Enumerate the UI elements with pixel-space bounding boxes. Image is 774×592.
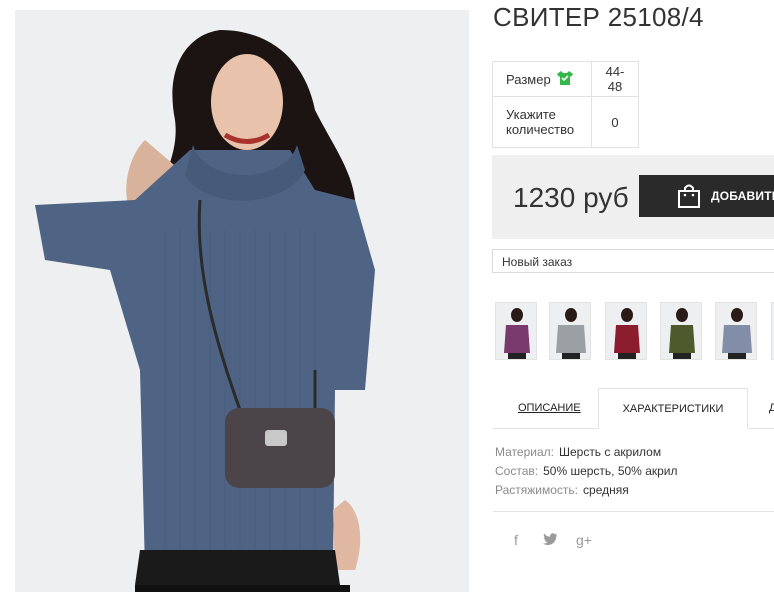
facebook-icon[interactable]: f (508, 532, 524, 548)
product-photo[interactable] (15, 10, 469, 592)
attribute-key: Состав: (495, 464, 539, 478)
thumbnail-gray[interactable] (549, 302, 591, 360)
thumbnail-blue[interactable] (715, 302, 757, 360)
attribute-key: Растяжимость: (495, 483, 579, 497)
thumbnail-olive[interactable] (660, 302, 702, 360)
attribute-value: 50% шерсть, 50% акрил (543, 464, 678, 478)
quantity-input[interactable]: 0 (591, 96, 639, 148)
twitter-icon[interactable] (542, 532, 558, 548)
size-chart-icon[interactable] (556, 70, 573, 89)
google-plus-icon[interactable]: g+ (576, 532, 592, 548)
size-value[interactable]: 44-48 (591, 61, 639, 97)
attribute-key: Материал: (495, 445, 554, 459)
attribute-row: Состав: 50% шерсть, 50% акрил (495, 462, 678, 481)
price-value: 1230 руб (513, 182, 629, 213)
attribute-row: Материал: Шерсть с акрилом (495, 443, 678, 462)
divider (493, 511, 774, 512)
size-label: Размер (506, 71, 551, 87)
tab-more-partial[interactable]: Д (769, 388, 774, 428)
tab-characteristics[interactable]: ХАРАКТЕРИСТИКИ (598, 388, 748, 429)
price-box: 1230 руб ДОБАВИТЬ (492, 155, 774, 239)
add-to-cart-label: ДОБАВИТЬ (711, 189, 774, 203)
model-illustration (35, 30, 375, 592)
product-specs-table: Размер 44-48 Укажите количество 0 (492, 61, 639, 148)
thumbnail-purple[interactable] (495, 302, 537, 360)
size-label-cell: Размер (492, 61, 592, 97)
attribute-value: Шерсть с акрилом (558, 445, 662, 459)
attribute-value: средняя (583, 483, 629, 497)
tab-description[interactable]: ОПИСАНИЕ (518, 388, 581, 428)
product-tabs: ОПИСАНИЕ ХАРАКТЕРИСТИКИ Д (493, 388, 774, 429)
order-select[interactable]: Новый заказ (492, 249, 774, 273)
product-title: СВИТЕР 25108/4 (493, 2, 704, 32)
add-to-cart-button[interactable]: ДОБАВИТЬ (639, 175, 774, 217)
quantity-label: Укажите количество (492, 96, 592, 148)
attribute-row: Растяжимость: средняя (495, 481, 678, 500)
social-share: f g+ (508, 532, 592, 548)
characteristics-list: Материал: Шерсть с акрилом Состав: 50% шер… (495, 443, 678, 500)
shopping-bag-icon (677, 183, 701, 212)
thumbnail-burgundy[interactable] (605, 302, 647, 360)
